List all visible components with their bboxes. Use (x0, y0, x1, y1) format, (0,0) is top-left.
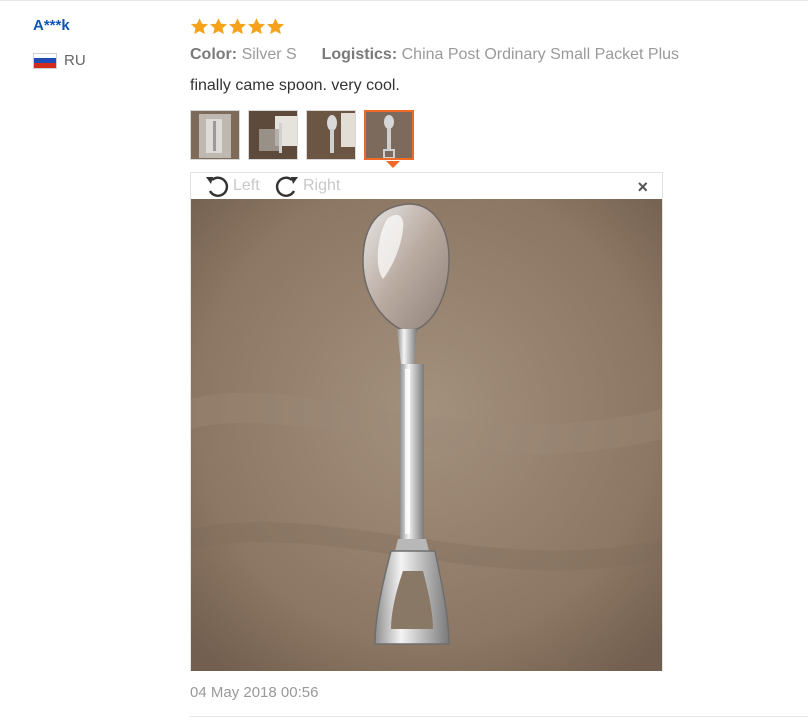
country-code: RU (64, 52, 86, 69)
star-icon (209, 18, 228, 35)
color-label: Color: (190, 46, 238, 63)
rotate-right-button[interactable]: Right (273, 173, 340, 199)
thumbnail-2[interactable] (248, 110, 298, 160)
photo-viewer: Left Right × (190, 172, 663, 671)
order-attributes: Color: Silver S Logistics: China Post Or… (190, 46, 679, 64)
review-date: 04 May 2018 00:56 (190, 684, 319, 701)
active-thumbnail-indicator (386, 161, 400, 168)
review-text: finally came spoon. very cool. (190, 77, 400, 94)
russia-flag-icon (33, 52, 57, 69)
viewer-toolbar: Left Right × (191, 173, 662, 199)
close-icon[interactable]: × (637, 177, 648, 198)
logistics-label: Logistics: (321, 46, 398, 63)
rotate-left-button[interactable]: Left (203, 173, 260, 199)
star-rating (190, 17, 285, 36)
rotate-left-label: Left (233, 177, 260, 194)
color-value: Silver S (241, 46, 297, 63)
star-icon (247, 18, 266, 35)
rotate-left-icon (206, 176, 229, 197)
star-icon (190, 18, 209, 35)
reviewer-name: A***k (33, 17, 70, 34)
thumbnail-3[interactable] (306, 110, 356, 160)
photo-thumbnails (190, 110, 414, 160)
thumbnail-1[interactable] (190, 110, 240, 160)
top-divider (0, 0, 808, 1)
thumbnail-4[interactable] (364, 110, 414, 160)
reviewer-country: RU (33, 52, 86, 69)
star-icon (266, 18, 285, 35)
review-photo (191, 199, 662, 671)
rotate-right-label: Right (303, 177, 341, 194)
bottom-divider (190, 716, 808, 717)
star-icon (228, 18, 247, 35)
logistics-value: China Post Ordinary Small Packet Plus (401, 46, 680, 63)
rotate-right-icon (275, 176, 298, 197)
